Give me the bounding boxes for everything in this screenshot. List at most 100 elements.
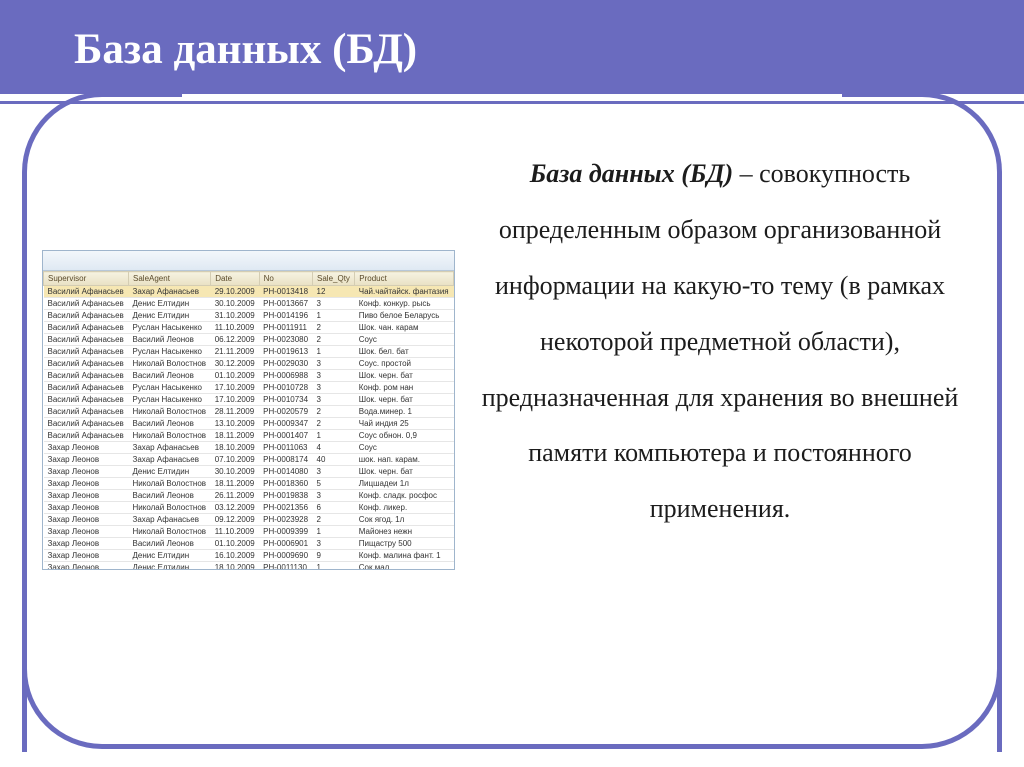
table-cell: РН-0023080	[259, 334, 312, 346]
table-cell: Соус	[355, 334, 454, 346]
table-cell: шок. нап. карам.	[355, 454, 454, 466]
table-cell: Денис Елтидин	[129, 562, 211, 571]
slide-title: База данных (БД)	[74, 25, 417, 74]
table-cell: 3	[313, 466, 355, 478]
table-cell: Василий Афанасьев	[44, 322, 129, 334]
table-row: Захар ЛеоновНиколай Волостнов03.12.2009Р…	[44, 502, 454, 514]
table-row: Захар ЛеоновДенис Елтидин30.10.2009РН-00…	[44, 466, 454, 478]
table-cell: Шок. черн. бат	[355, 370, 454, 382]
db-column-header: SaleAgent	[129, 272, 211, 286]
table-cell: 11.10.2009	[211, 322, 259, 334]
table-cell: Денис Елтидин	[129, 550, 211, 562]
table-cell: Захар Леонов	[44, 478, 129, 490]
table-cell: 17.10.2009	[211, 394, 259, 406]
table-cell: 2	[313, 514, 355, 526]
table-cell: 5	[313, 478, 355, 490]
table-cell: РН-0006988	[259, 370, 312, 382]
table-cell: Захар Леонов	[44, 526, 129, 538]
table-cell: РН-0019838	[259, 490, 312, 502]
table-cell: 2	[313, 406, 355, 418]
table-cell: Захар Леонов	[44, 466, 129, 478]
table-cell: 1	[313, 526, 355, 538]
table-cell: РН-0021356	[259, 502, 312, 514]
table-cell: Василий Афанасьев	[44, 334, 129, 346]
table-row: Захар ЛеоновЗахар Афанасьев18.10.2009РН-…	[44, 442, 454, 454]
table-cell: РН-0010734	[259, 394, 312, 406]
table-row: Захар ЛеоновВасилий Леонов01.10.2009РН-0…	[44, 538, 454, 550]
table-cell: 07.10.2009	[211, 454, 259, 466]
table-cell: Захар Леонов	[44, 538, 129, 550]
table-cell: 1	[313, 430, 355, 442]
table-cell: РН-0018360	[259, 478, 312, 490]
table-cell: Василий Леонов	[129, 418, 211, 430]
table-cell: Денис Елтидин	[129, 310, 211, 322]
table-cell: 26.11.2009	[211, 490, 259, 502]
table-row: Захар ЛеоновДенис Елтидин18.10.2009РН-00…	[44, 562, 454, 571]
table-cell: Захар Леонов	[44, 442, 129, 454]
table-cell: 3	[313, 394, 355, 406]
table-cell: Василий Афанасьев	[44, 394, 129, 406]
table-cell: 6	[313, 502, 355, 514]
table-cell: Вода.минер. 1	[355, 406, 454, 418]
table-cell: РН-0009347	[259, 418, 312, 430]
table-cell: Василий Афанасьев	[44, 406, 129, 418]
db-column-header: Supervisor	[44, 272, 129, 286]
table-cell: 28.11.2009	[211, 406, 259, 418]
table-cell: 1	[313, 346, 355, 358]
table-cell: Сок ягод. 1л	[355, 514, 454, 526]
table-cell: 4	[313, 442, 355, 454]
table-cell: Шок. чан. карам	[355, 322, 454, 334]
table-cell: Чай.чайтайск. фантазия	[355, 286, 454, 298]
table-cell: Василий Афанасьев	[44, 418, 129, 430]
table-cell: Захар Леонов	[44, 562, 129, 571]
table-row: Василий АфанасьевРуслан Насыкенко17.10.2…	[44, 382, 454, 394]
table-cell: Захар Леонов	[44, 550, 129, 562]
table-cell: Руслан Насыкенко	[129, 322, 211, 334]
table-cell: Николай Волостнов	[129, 430, 211, 442]
table-cell: Василий Леонов	[129, 538, 211, 550]
table-row: Захар ЛеоновВасилий Леонов26.11.2009РН-0…	[44, 490, 454, 502]
table-cell: 30.12.2009	[211, 358, 259, 370]
table-cell: 3	[313, 358, 355, 370]
table-cell: 31.10.2009	[211, 310, 259, 322]
table-cell: РН-0014196	[259, 310, 312, 322]
table-cell: 29.10.2009	[211, 286, 259, 298]
table-cell: 09.12.2009	[211, 514, 259, 526]
table-cell: 3	[313, 298, 355, 310]
table-cell: Чай индия 25	[355, 418, 454, 430]
table-cell: Захар Леонов	[44, 514, 129, 526]
table-cell: РН-0010728	[259, 382, 312, 394]
table-cell: Николай Волостнов	[129, 526, 211, 538]
table-cell: 01.10.2009	[211, 538, 259, 550]
table-row: Василий АфанасьевВасилий Леонов01.10.200…	[44, 370, 454, 382]
table-row: Василий АфанасьевЗахар Афанасьев29.10.20…	[44, 286, 454, 298]
table-cell: 11.10.2009	[211, 526, 259, 538]
table-cell: Конф. малина фант. 1	[355, 550, 454, 562]
table-cell: Василий Афанасьев	[44, 346, 129, 358]
table-cell: РН-0009690	[259, 550, 312, 562]
table-row: Захар ЛеоновДенис Елтидин16.10.2009РН-00…	[44, 550, 454, 562]
table-cell: 9	[313, 550, 355, 562]
table-cell: Василий Леонов	[129, 334, 211, 346]
table-cell: Василий Афанасьев	[44, 358, 129, 370]
table-cell: РН-0008174	[259, 454, 312, 466]
table-cell: 16.10.2009	[211, 550, 259, 562]
table-row: Захар ЛеоновЗахар Афанасьев09.12.2009РН-…	[44, 514, 454, 526]
table-row: Захар ЛеоновНиколай Волостнов11.10.2009Р…	[44, 526, 454, 538]
table-cell: 13.10.2009	[211, 418, 259, 430]
table-row: Василий АфанасьевРуслан Насыкенко11.10.2…	[44, 322, 454, 334]
table-cell: РН-0011911	[259, 322, 312, 334]
db-column-header: No	[259, 272, 312, 286]
table-cell: 03.12.2009	[211, 502, 259, 514]
db-column-header: Sale_Qty	[313, 272, 355, 286]
table-row: Василий АфанасьевРуслан Насыкенко21.11.2…	[44, 346, 454, 358]
table-cell: Николай Волостнов	[129, 406, 211, 418]
db-column-header: Product	[355, 272, 454, 286]
table-cell: Соус обнон. 0,9	[355, 430, 454, 442]
table-cell: Шок. бел. бат	[355, 346, 454, 358]
slide-title-band: База данных (БД)	[0, 0, 1024, 98]
table-cell: РН-0001407	[259, 430, 312, 442]
db-table-header-row: SupervisorSaleAgentDateNoSale_QtyProduct	[44, 272, 454, 286]
table-cell: Руслан Насыкенко	[129, 394, 211, 406]
table-row: Захар ЛеоновЗахар Афанасьев07.10.2009РН-…	[44, 454, 454, 466]
